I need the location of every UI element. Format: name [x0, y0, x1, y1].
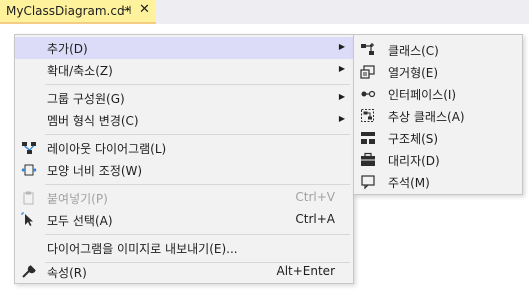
menu-item-adjust-shape-width[interactable]: 모양 너비 조정(W) [15, 159, 353, 181]
class-icon [361, 43, 374, 55]
menu-item-label: 다이어그램을 이미지로 내보내기(E)... [47, 242, 238, 256]
submenu-item-class[interactable]: 클래스(C) [354, 39, 522, 61]
menu-separator [45, 184, 350, 185]
submenu-item-label: 대리자(D) [388, 154, 440, 168]
menu-item-properties[interactable]: 속성(R) Alt+Enter [15, 261, 353, 283]
menu-separator [45, 234, 350, 235]
tab-strip: MyClassDiagram.cd* ⊣ ✕ [0, 0, 529, 24]
menu-item-label: 모양 너비 조정(W) [47, 164, 143, 178]
wrench-icon [22, 265, 36, 278]
enum-icon [360, 65, 375, 79]
menu-item-label: 속성(R) [47, 266, 87, 280]
submenu-arrow-icon: ▶ [338, 42, 345, 51]
menu-separator [45, 134, 350, 135]
menu-item-label: 멤버 형식 변경(C) [47, 114, 139, 128]
submenu-item-delegate[interactable]: 대리자(D) [354, 149, 522, 171]
submenu-item-label: 클래스(C) [388, 44, 439, 58]
menu-item-label: 모두 선택(A) [47, 214, 113, 228]
tab-title[interactable]: MyClassDiagram.cd* [6, 4, 131, 18]
submenu-item-comment[interactable]: 주석(M) [354, 171, 522, 193]
submenu-arrow-icon: ▶ [338, 64, 345, 73]
menu-item-label: 붙여넣기(P) [47, 192, 108, 206]
struct-icon [361, 132, 375, 144]
shortcut-label: Ctrl+V [295, 190, 335, 204]
submenu-item-struct[interactable]: 구조체(S) [354, 127, 522, 149]
menu-item-change-member-format[interactable]: 멤버 형식 변경(C) ▶ [15, 109, 353, 131]
pin-icon[interactable]: ⊣ [121, 3, 131, 17]
context-menu: 추가(D) ▶ 확대/축소(Z) ▶ 그룹 구성원(G) ▶ 멤버 형식 변경(… [14, 34, 354, 284]
adjust-width-icon [21, 164, 37, 176]
shortcut-label: Ctrl+A [295, 212, 335, 226]
submenu-item-abstract-class[interactable]: 추상 클래스(A) [354, 105, 522, 127]
submenu-arrow-icon: ▶ [338, 92, 345, 101]
submenu-item-interface[interactable]: 인터페이스(I) [354, 83, 522, 105]
document-tab[interactable]: MyClassDiagram.cd* ⊣ ✕ [0, 0, 156, 24]
menu-item-select-all[interactable]: 모두 선택(A) Ctrl+A [15, 209, 353, 231]
menu-item-label: 추가(D) [47, 42, 88, 56]
menu-item-label: 그룹 구성원(G) [47, 92, 125, 106]
menu-item-label: 레이아웃 다이어그램(L) [47, 142, 167, 156]
menu-item-group-members[interactable]: 그룹 구성원(G) ▶ [15, 87, 353, 109]
menu-item-add[interactable]: 추가(D) ▶ [15, 37, 353, 59]
layout-diagram-icon [22, 142, 36, 154]
submenu-item-label: 주석(M) [388, 176, 430, 190]
submenu-arrow-icon: ▶ [338, 114, 345, 123]
submenu-item-label: 열거형(E) [388, 66, 439, 80]
menu-item-layout-diagram[interactable]: 레이아웃 다이어그램(L) [15, 137, 353, 159]
menu-item-export-diagram-image[interactable]: 다이어그램을 이미지로 내보내기(E)... [15, 237, 353, 259]
select-all-icon [21, 212, 33, 226]
comment-icon [361, 175, 375, 190]
submenu-item-label: 인터페이스(I) [388, 88, 457, 102]
menu-item-paste[interactable]: 붙여넣기(P) Ctrl+V [15, 187, 353, 209]
menu-item-zoom[interactable]: 확대/축소(Z) ▶ [15, 59, 353, 81]
submenu-item-label: 추상 클래스(A) [388, 110, 465, 124]
interface-icon [361, 90, 376, 98]
add-submenu: 클래스(C) 열거형(E) 인터페이스(I) 추상 클래스(A) 구조체(S) … [353, 34, 523, 195]
close-icon[interactable]: ✕ [139, 2, 150, 17]
paste-icon [23, 191, 34, 205]
shortcut-label: Alt+Enter [276, 264, 335, 278]
menu-item-label: 확대/축소(Z) [47, 64, 113, 78]
abstract-class-icon [361, 109, 374, 122]
menu-separator [45, 84, 350, 85]
delegate-icon [361, 152, 375, 166]
submenu-item-enum[interactable]: 열거형(E) [354, 61, 522, 83]
submenu-item-label: 구조체(S) [388, 132, 439, 146]
